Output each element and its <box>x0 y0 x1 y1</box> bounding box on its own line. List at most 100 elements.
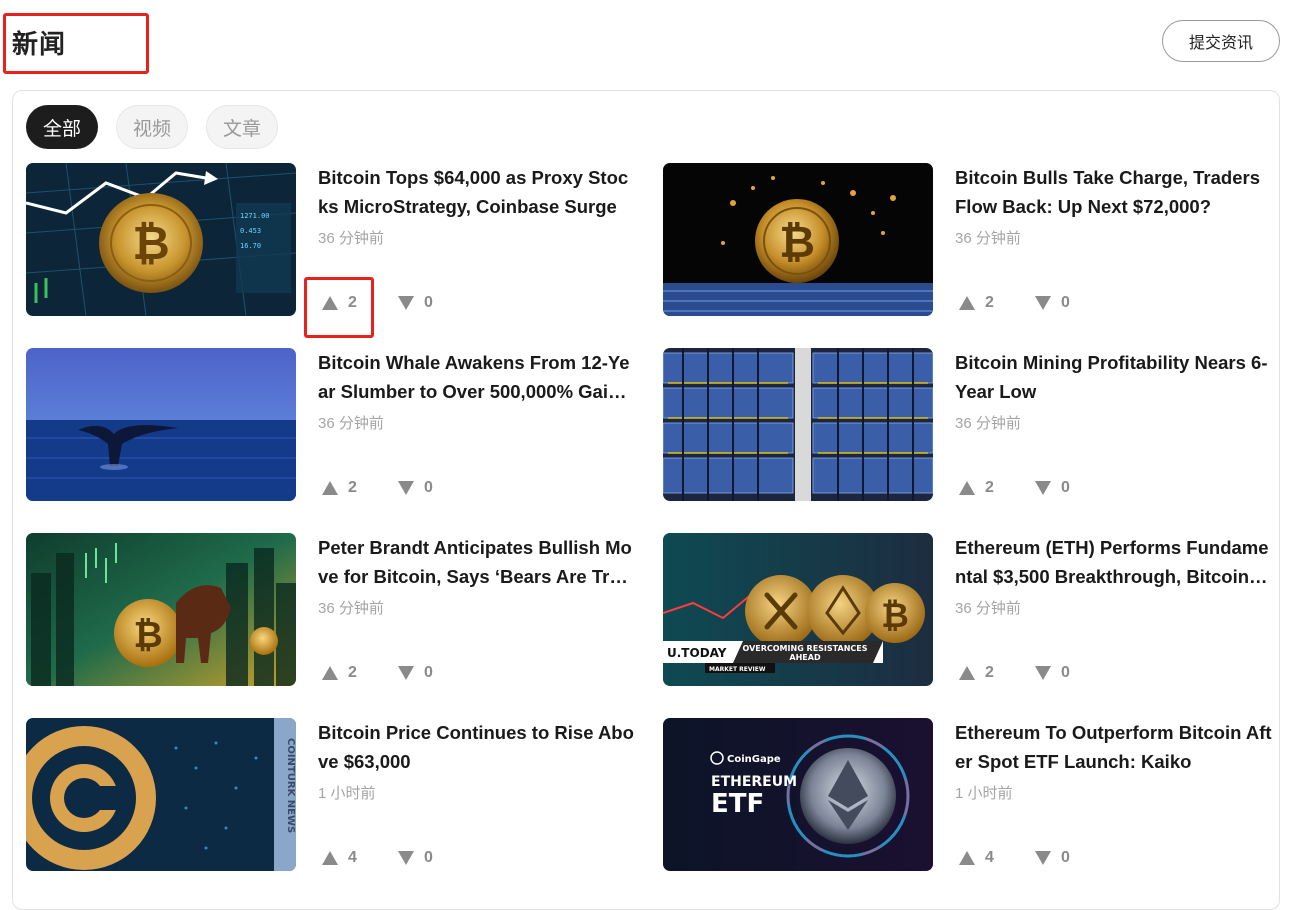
vote-bar: 4 0 <box>322 849 433 867</box>
news-time: 36 分钟前 <box>955 600 1021 617</box>
utoday-tag-text: MARKET REVIEW <box>709 666 766 673</box>
news-title[interactable]: Bitcoin Mining Profitability Nears 6-Yea… <box>955 348 1273 406</box>
etf-line-1-text: ETHEREUM <box>711 774 797 790</box>
downvote-count: 0 <box>424 849 433 866</box>
triangle-up-icon <box>322 481 338 495</box>
tab-video[interactable]: 视频 <box>116 105 188 149</box>
coingape-brand-text: CoinGape <box>727 754 781 765</box>
news-title[interactable]: Bitcoin Price Continues to Rise Above $6… <box>318 718 636 776</box>
news-card[interactable]: Bitcoin Mining Profitability Nears 6-Yea… <box>663 348 1283 503</box>
triangle-up-icon <box>959 666 975 680</box>
news-title[interactable]: Bitcoin Whale Awakens From 12-Year Slumb… <box>318 348 636 406</box>
news-title[interactable]: Bitcoin Bulls Take Charge, Traders Flow … <box>955 163 1273 221</box>
triangle-down-icon <box>398 296 414 310</box>
news-time: 36 分钟前 <box>318 230 384 247</box>
news-card[interactable]: COINTURK NEWS Bitcoin Price Continues to… <box>26 718 646 873</box>
downvote-button[interactable]: 0 <box>398 849 433 867</box>
triangle-down-icon <box>1035 851 1051 865</box>
utoday-brand-text: U.TODAY <box>667 646 727 660</box>
downvote-count: 0 <box>424 664 433 681</box>
title-highlight-box <box>3 13 149 74</box>
news-card[interactable]: ₿ Peter Brandt Anticipates Bullish Move … <box>26 533 646 688</box>
triangle-down-icon <box>1035 666 1051 680</box>
triangle-down-icon <box>1035 296 1051 310</box>
upvote-button[interactable]: 2 <box>959 294 1035 312</box>
downvote-count: 0 <box>1061 479 1070 496</box>
news-card[interactable]: CoinGape ETHEREUM ETF Ethereum To Outper… <box>663 718 1283 873</box>
utoday-headline-line-2: AHEAD <box>789 653 821 662</box>
downvote-count: 0 <box>424 294 433 311</box>
vote-bar: 2 0 <box>322 664 433 682</box>
tab-all[interactable]: 全部 <box>26 105 98 149</box>
upvote-count: 4 <box>348 849 357 866</box>
etf-line-2-text: ETF <box>711 789 764 819</box>
filter-tabs: 全部 视频 文章 <box>26 105 278 149</box>
upvote-count: 2 <box>985 664 994 681</box>
upvote-highlight-box <box>304 277 374 338</box>
triangle-up-icon <box>322 851 338 865</box>
upvote-button[interactable]: 2 <box>322 664 398 682</box>
triangle-up-icon <box>959 481 975 495</box>
downvote-button[interactable]: 0 <box>398 479 433 497</box>
upvote-button[interactable]: 2 <box>322 479 398 497</box>
svg-text:₿: ₿ <box>133 615 162 656</box>
utoday-headline-line-1: OVERCOMING RESISTANCES <box>742 644 867 653</box>
mining-rigs-image[interactable] <box>663 348 933 501</box>
vote-bar: 4 0 <box>959 849 1070 867</box>
svg-text:₿: ₿ <box>132 216 170 270</box>
upvote-button[interactable]: 2 <box>959 479 1035 497</box>
cointurk-side-text: COINTURK NEWS <box>285 738 296 833</box>
bitcoin-coin-image[interactable]: ₿ <box>663 163 933 316</box>
news-time: 36 分钟前 <box>318 415 384 432</box>
vote-bar: 2 0 <box>322 479 433 497</box>
triangle-up-icon <box>959 851 975 865</box>
vote-bar: 2 0 <box>959 294 1070 312</box>
news-card[interactable]: ₿ U.TODAY OVERCOMING RESISTANCES AHEAD M… <box>663 533 1283 688</box>
utoday-coins-image[interactable]: ₿ U.TODAY OVERCOMING RESISTANCES AHEAD M… <box>663 533 933 686</box>
triangle-up-icon <box>322 666 338 680</box>
upvote-count: 2 <box>985 294 994 311</box>
news-time: 1 小时前 <box>955 785 1013 802</box>
news-title[interactable]: Ethereum (ETH) Performs Fundamental $3,5… <box>955 533 1273 591</box>
triangle-down-icon <box>398 481 414 495</box>
news-title[interactable]: Bitcoin Tops $64,000 as Proxy Stocks Mic… <box>318 163 636 221</box>
ethereum-etf-image[interactable]: CoinGape ETHEREUM ETF <box>663 718 933 871</box>
cn-logo-image[interactable]: COINTURK NEWS <box>26 718 296 871</box>
svg-text:1271.00: 1271.00 <box>240 212 270 220</box>
svg-text:0.453: 0.453 <box>240 227 261 235</box>
downvote-button[interactable]: 0 <box>398 294 433 312</box>
news-time: 36 分钟前 <box>955 415 1021 432</box>
vote-bar: 2 0 <box>959 664 1070 682</box>
whale-tail-image[interactable] <box>26 348 296 501</box>
svg-text:₿: ₿ <box>779 217 815 268</box>
bitcoin-chart-image[interactable]: 1271.00 0.453 16.70 ₿ <box>26 163 296 316</box>
downvote-button[interactable]: 0 <box>1035 664 1070 682</box>
upvote-button[interactable]: 2 <box>959 664 1035 682</box>
triangle-down-icon <box>398 666 414 680</box>
upvote-count: 2 <box>348 664 357 681</box>
news-time: 36 分钟前 <box>955 230 1021 247</box>
downvote-button[interactable]: 0 <box>1035 849 1070 867</box>
bitcoin-bull-image[interactable]: ₿ <box>26 533 296 686</box>
vote-bar: 2 0 <box>959 479 1070 497</box>
news-card[interactable]: Bitcoin Whale Awakens From 12-Year Slumb… <box>26 348 646 503</box>
news-time: 36 分钟前 <box>318 600 384 617</box>
submit-news-button[interactable]: 提交资讯 <box>1162 20 1280 62</box>
downvote-count: 0 <box>1061 664 1070 681</box>
upvote-button[interactable]: 4 <box>322 849 398 867</box>
upvote-button[interactable]: 4 <box>959 849 1035 867</box>
downvote-button[interactable]: 0 <box>1035 479 1070 497</box>
downvote-count: 0 <box>1061 294 1070 311</box>
news-title[interactable]: Peter Brandt Anticipates Bullish Move fo… <box>318 533 636 591</box>
news-title[interactable]: Ethereum To Outperform Bitcoin After Spo… <box>955 718 1273 776</box>
triangle-up-icon <box>959 296 975 310</box>
tab-article[interactable]: 文章 <box>206 105 278 149</box>
downvote-button[interactable]: 0 <box>398 664 433 682</box>
triangle-down-icon <box>398 851 414 865</box>
upvote-count: 2 <box>348 479 357 496</box>
news-card[interactable]: ₿ Bitcoin Bulls Take Charge, Traders Flo… <box>663 163 1283 318</box>
downvote-button[interactable]: 0 <box>1035 294 1070 312</box>
triangle-down-icon <box>1035 481 1051 495</box>
news-time: 1 小时前 <box>318 785 376 802</box>
upvote-count: 2 <box>985 479 994 496</box>
